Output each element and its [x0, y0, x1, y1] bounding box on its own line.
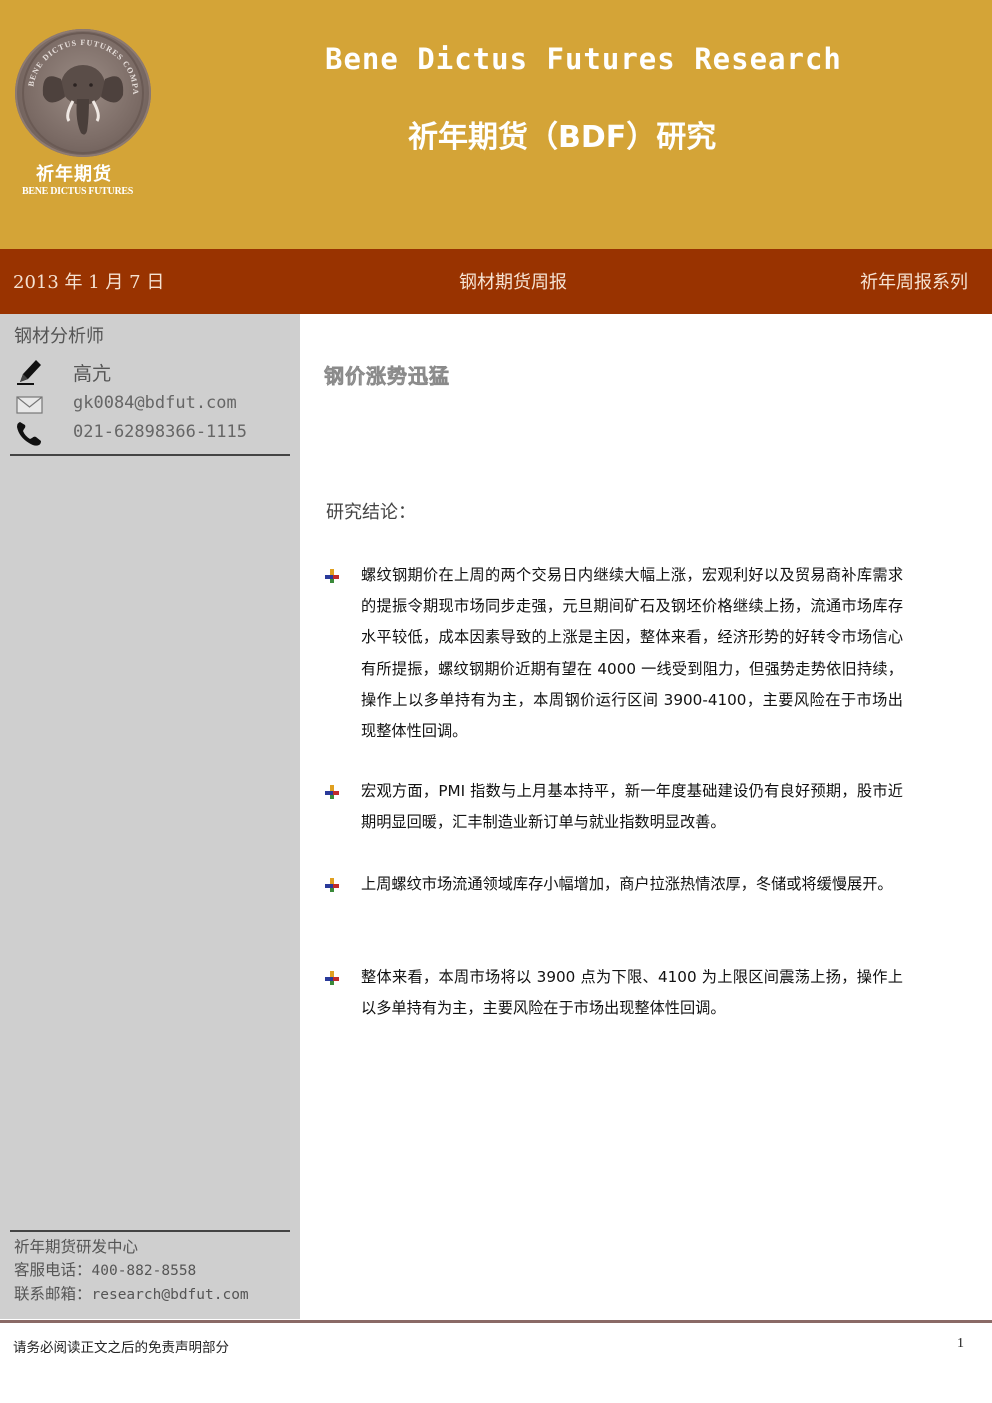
header-banner: BENE DICTUS FUTURES COMPANY LIMITED 祈年期货…: [0, 0, 992, 249]
logo-english-name: BENE DICTUS FUTURES: [22, 186, 133, 197]
analyst-phone: 021-62898366-1115: [73, 422, 247, 442]
analyst-email[interactable]: gk0084@bdfut.com: [73, 393, 237, 413]
report-name: 钢材期货周报: [459, 272, 567, 293]
sidebar-section-title: 钢材分析师: [14, 326, 104, 347]
article-headline: 钢价涨势迅猛: [324, 364, 450, 389]
report-date: 2013 年 1 月 7 日: [13, 272, 165, 293]
bullet-text: 整体来看，本周市场将以 3900 点为下限、4100 为上限区间震荡上扬，操作上…: [361, 968, 903, 1018]
sidebar-footer: 祈年期货研发中心 客服电话：400-882-8558 联系邮箱：research…: [14, 1236, 249, 1307]
bullet-marker-icon: [324, 784, 342, 800]
page-title-chinese: 祈年期货（BDF）研究: [408, 120, 717, 155]
sidebar-divider: [10, 454, 290, 456]
mail-label: 联系邮箱：: [14, 1285, 92, 1303]
mail-line: 联系邮箱：research@bdfut.com: [14, 1283, 249, 1307]
page-title-english: Bene Dictus Futures Research: [325, 42, 842, 76]
research-center-name: 祈年期货研发中心: [14, 1238, 139, 1256]
bullet-text: 上周螺纹市场流通领域库存小幅增加，商户拉涨热情浓厚，冬储或将缓慢展开。: [361, 875, 893, 893]
sidebar-footer-divider: [10, 1230, 290, 1232]
hotline-line: 客服电话：400-882-8558: [14, 1259, 249, 1283]
company-logo: BENE DICTUS FUTURES COMPANY LIMITED: [15, 29, 151, 157]
envelope-icon: [14, 390, 46, 420]
report-series: 祈年周报系列: [860, 272, 968, 293]
bullet-text: 螺纹钢期价在上周的两个交易日内继续大幅上涨，宏观利好以及贸易商补库需求的提振令期…: [361, 566, 903, 741]
conclusion-title: 研究结论：: [326, 502, 416, 523]
bullet-text: 宏观方面，PMI 指数与上月基本持平，新一年度基础建设仍有良好预期，股市近期明显…: [361, 782, 903, 832]
hotline-number: 400-882-8558: [91, 1263, 197, 1279]
contact-email[interactable]: research@bdfut.com: [92, 1287, 249, 1303]
logo-chinese-name: 祈年期货: [36, 164, 112, 185]
elephant-logo-icon: BENE DICTUS FUTURES COMPANY LIMITED: [15, 29, 144, 154]
phone-icon: [14, 419, 46, 449]
bullet-marker-icon: [324, 568, 342, 584]
pencil-icon: [14, 356, 46, 386]
main-content: 钢价涨势迅猛 研究结论： 螺纹钢期价在上周的两个交易日内继续大幅上涨，宏观利好以…: [300, 314, 992, 1319]
hotline-label: 客服电话：: [14, 1261, 92, 1279]
footer-divider: [0, 1320, 992, 1323]
bullet-marker-icon: [324, 877, 342, 893]
analyst-name: 高亢: [73, 363, 112, 385]
analyst-sidebar: 钢材分析师 高亢 gk0084@bdfut.com 021-62898366-1…: [0, 314, 300, 1319]
date-bar: 2013 年 1 月 7 日 钢材期货周报 祈年周报系列: [0, 249, 992, 314]
page-number: 1: [957, 1336, 964, 1351]
bullet-marker-icon: [324, 970, 342, 986]
disclaimer-note: 请务必阅读正文之后的免责声明部分: [13, 1340, 229, 1356]
